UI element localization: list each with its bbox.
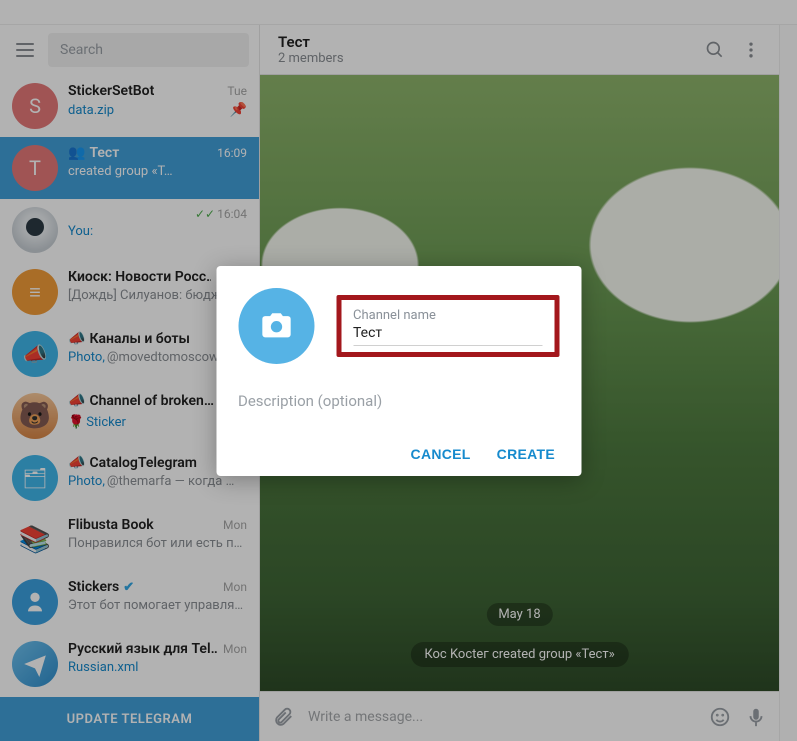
channel-photo-button[interactable] xyxy=(238,288,314,364)
cancel-button[interactable]: CANCEL xyxy=(411,446,471,462)
channel-name-label: Channel name xyxy=(353,308,542,323)
channel-name-input[interactable]: Тест xyxy=(353,323,542,346)
channel-name-field[interactable]: Channel name Тест xyxy=(336,295,559,357)
new-channel-dialog: Channel name Тест Description (optional)… xyxy=(216,266,581,476)
create-button[interactable]: CREATE xyxy=(497,446,555,462)
channel-description-input[interactable]: Description (optional) xyxy=(238,392,559,416)
